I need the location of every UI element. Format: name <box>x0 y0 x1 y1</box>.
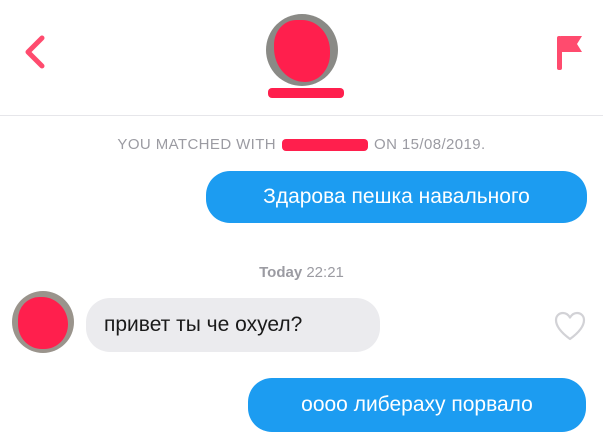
sender-avatar-redaction <box>18 297 68 349</box>
match-info-suffix: ON 15/08/2019. <box>374 136 486 153</box>
report-button[interactable] <box>552 30 588 74</box>
message-timestamp: Today 22:21 <box>0 264 603 281</box>
message-text: Здарова пешка навального <box>263 185 530 208</box>
match-name-redaction-inline <box>282 139 369 152</box>
flag-icon <box>557 36 582 70</box>
match-avatar[interactable] <box>266 14 338 86</box>
message-bubble-outgoing[interactable]: оооо либераху порвало <box>248 378 586 432</box>
sender-avatar[interactable] <box>12 291 74 353</box>
message-bubble-incoming[interactable]: привет ты че охуел? <box>86 298 380 352</box>
avatar-redaction <box>274 20 330 82</box>
message-bubble-outgoing[interactable]: Здарова пешка навального <box>206 171 587 223</box>
match-info-prefix: YOU MATCHED WITH <box>117 136 277 153</box>
heart-outline-icon <box>554 311 586 341</box>
message-text: оооо либераху порвало <box>301 393 533 416</box>
message-text: привет ты че охуел? <box>104 313 303 336</box>
like-message-button[interactable] <box>553 310 587 342</box>
timestamp-time: 22:21 <box>306 264 344 281</box>
chat-header <box>0 0 603 116</box>
match-name-redaction <box>268 88 344 98</box>
match-info: YOU MATCHED WITH ON 15/08/2019. <box>0 136 603 153</box>
timestamp-day: Today <box>259 264 303 281</box>
back-button[interactable] <box>16 30 56 74</box>
chevron-left-icon <box>25 35 45 69</box>
